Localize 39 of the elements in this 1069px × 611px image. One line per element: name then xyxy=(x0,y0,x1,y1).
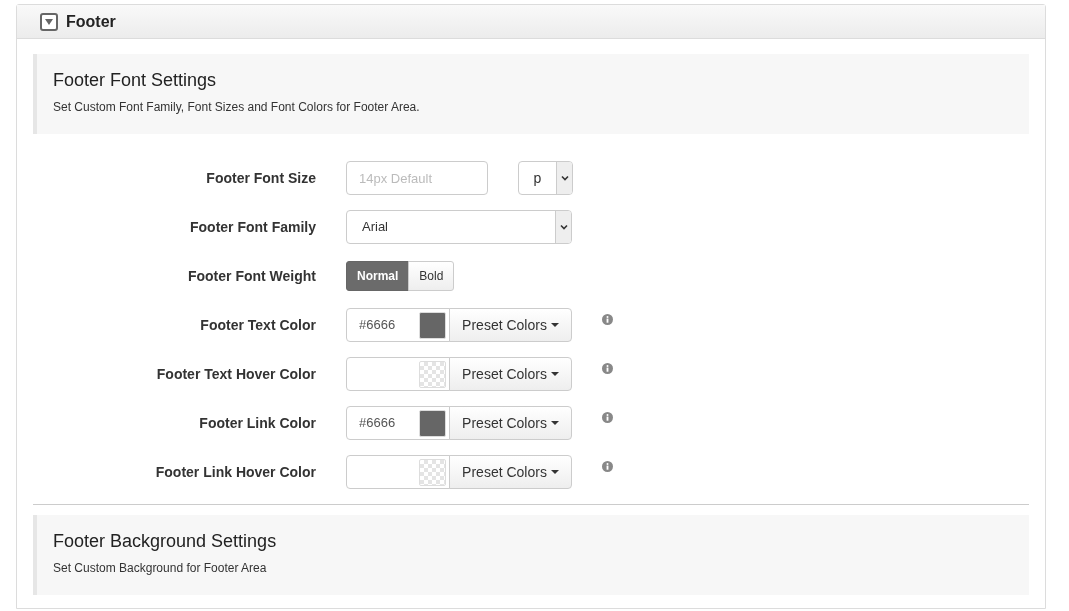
caret-icon xyxy=(550,469,559,475)
triangle-down-icon xyxy=(44,17,54,26)
field-label: Footer Link Color xyxy=(198,413,317,433)
color-input[interactable] xyxy=(346,455,450,489)
caret-icon xyxy=(550,371,559,377)
color-input[interactable] xyxy=(346,357,450,391)
info-icon[interactable] xyxy=(602,460,613,472)
field-label: Footer Link Hover Color xyxy=(154,462,317,482)
panel-title: Footer xyxy=(66,11,116,32)
info-icon[interactable] xyxy=(602,362,613,374)
color-input[interactable]: #6666 xyxy=(346,406,450,440)
preset-colors-button[interactable]: Preset Colors xyxy=(449,455,572,489)
caret-icon xyxy=(550,322,559,328)
weight-option[interactable]: Normal xyxy=(346,261,410,291)
color-input[interactable]: #6666 xyxy=(346,308,450,342)
field-label: Footer Text Hover Color xyxy=(155,364,317,384)
font-family-select[interactable]: Arial xyxy=(346,210,572,244)
preset-colors-button[interactable]: Preset Colors xyxy=(449,308,572,342)
section-description: Set Custom Font Family, Font Sizes and Font Colors for Footer Area. xyxy=(53,99,421,116)
color-swatch xyxy=(419,360,446,388)
unit-select[interactable]: p xyxy=(518,161,573,195)
collapse-toggle[interactable] xyxy=(40,12,58,31)
field-label: Footer Font Size xyxy=(205,168,317,188)
preset-colors-button[interactable]: Preset Colors xyxy=(449,406,572,440)
info-icon[interactable] xyxy=(602,411,613,423)
field-label: Footer Font Family xyxy=(189,217,317,237)
chevron-icon xyxy=(556,162,572,194)
field-label: Footer Text Color xyxy=(199,315,317,335)
preset-colors-button[interactable]: Preset Colors xyxy=(449,357,572,391)
chevron-icon xyxy=(555,211,571,243)
field-label: Footer Font Weight xyxy=(186,266,317,286)
font-size-input[interactable]: 14px Default xyxy=(346,161,488,195)
section-title: Footer Background Settings xyxy=(53,530,278,553)
info-icon[interactable] xyxy=(602,313,613,325)
weight-option[interactable]: Bold xyxy=(408,261,455,291)
color-swatch xyxy=(419,458,446,486)
section-title: Footer Font Settings xyxy=(53,69,218,92)
caret-icon xyxy=(550,420,559,426)
section-description: Set Custom Background for Footer Area xyxy=(53,560,268,577)
